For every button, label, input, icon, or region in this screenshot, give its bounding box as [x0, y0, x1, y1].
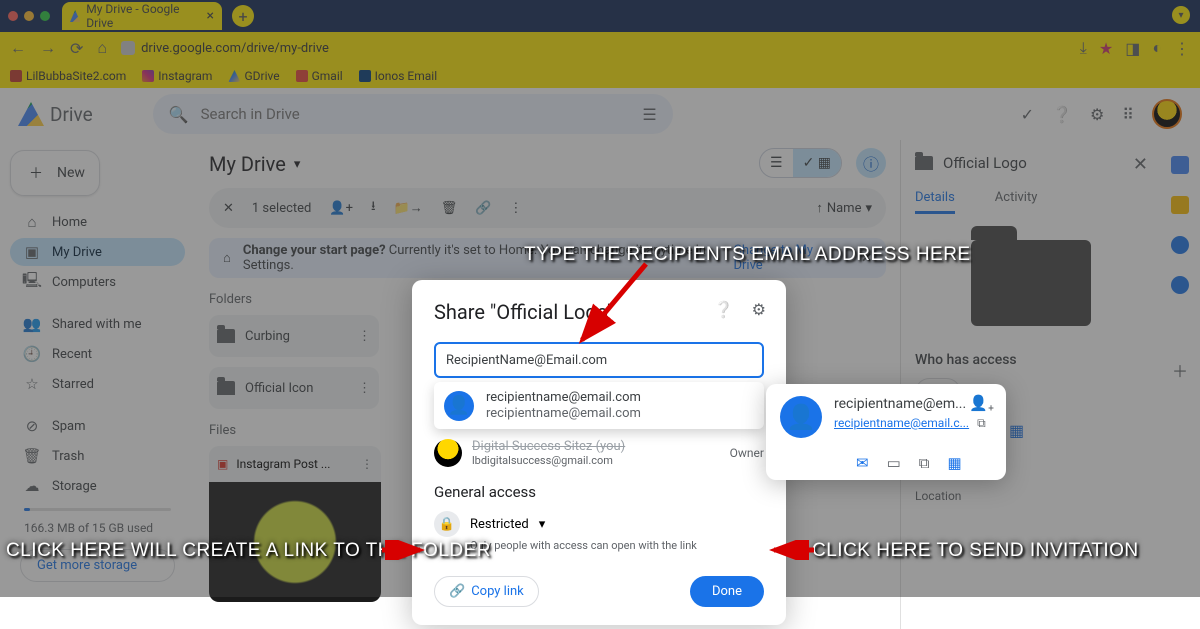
annotation-type-email: TYPE THE RECIPIENTS EMAIL ADDRESS HERE: [524, 244, 971, 266]
access-level-selector[interactable]: 🔒 Restricted ▾: [434, 511, 764, 537]
copy-icon[interactable]: ⧉: [977, 416, 986, 430]
settings-gear-icon[interactable]: ⚙: [752, 300, 766, 319]
done-button[interactable]: Done: [690, 576, 764, 607]
owner-name: Digital Success Sitez (you): [472, 439, 625, 454]
chevron-down-icon: ▾: [539, 517, 546, 532]
general-access-label: General access: [434, 483, 764, 501]
contact-email-link[interactable]: recipientname@email.c...: [834, 416, 969, 430]
video-icon[interactable]: ⧉: [919, 454, 930, 472]
contact-suggestion[interactable]: 👤 recipientname@email.com recipientname@…: [434, 382, 764, 429]
lock-icon: 🔒: [434, 511, 460, 537]
add-people-input[interactable]: RecipientName@Email.com: [434, 342, 764, 378]
annotation-copy-link: CLICK HERE WILL CREATE A LINK TO THE FOL…: [6, 540, 491, 562]
avatar-icon: 👤: [780, 396, 822, 438]
chat-icon[interactable]: ▭: [887, 454, 901, 472]
owner-avatar: [434, 439, 462, 467]
help-icon[interactable]: ❔: [714, 300, 734, 319]
contact-name: recipientname@em...: [834, 396, 986, 412]
mail-icon[interactable]: ✉: [856, 454, 869, 472]
share-dialog: Share "Official Logo" ❔ ⚙ RecipientName@…: [412, 280, 786, 625]
annotation-send: CLICK HERE TO SEND INVITATION: [812, 540, 1139, 562]
calendar-icon[interactable]: ▦: [947, 454, 961, 472]
input-value: RecipientName@Email.com: [446, 353, 607, 368]
contact-popover: 👤 recipientname@em... recipientname@emai…: [766, 384, 1006, 480]
add-contact-icon[interactable]: 👤₊: [969, 394, 994, 412]
avatar-icon: 👤: [444, 391, 474, 421]
suggestion-name: recipientname@email.com: [486, 390, 641, 406]
suggestion-email: recipientname@email.com: [486, 406, 641, 422]
owner-row: Digital Success Sitez (you) lbdigitalsuc…: [434, 439, 764, 467]
owner-role: Owner: [730, 446, 764, 460]
owner-email: lbdigitalsuccess@gmail.com: [472, 454, 625, 467]
access-description: Only people with access can open with th…: [470, 539, 764, 552]
copy-link-button[interactable]: 🔗 Copy link: [434, 576, 539, 607]
